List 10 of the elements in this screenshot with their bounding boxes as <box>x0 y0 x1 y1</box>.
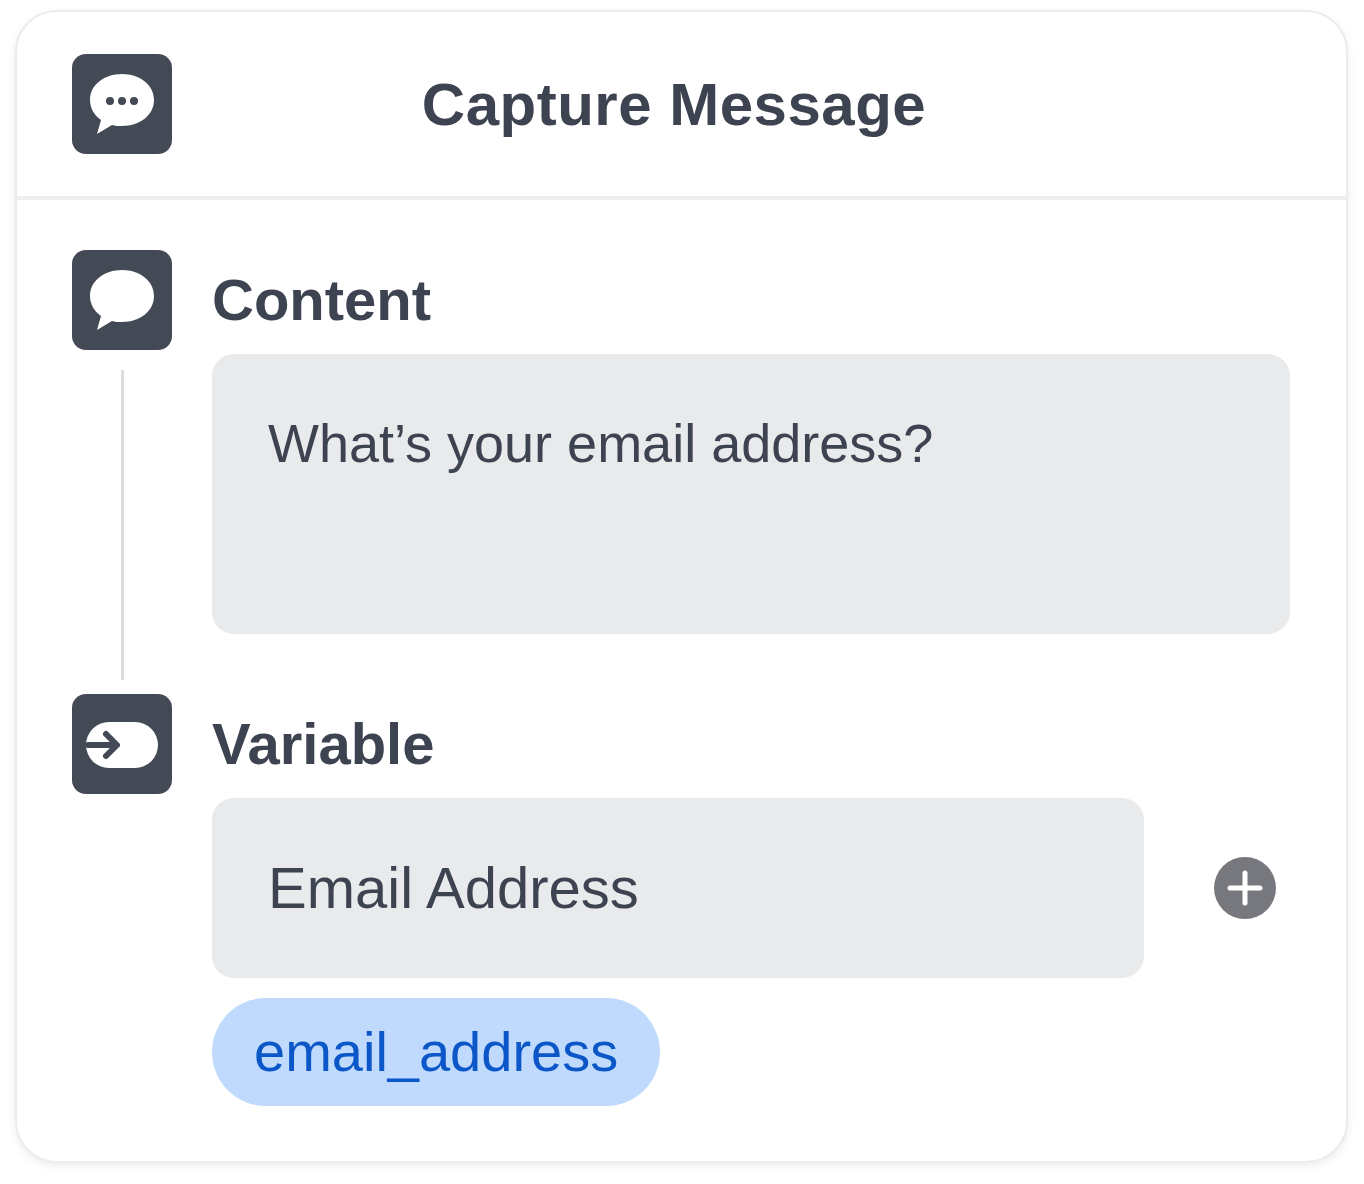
chat-bubble-icon <box>72 54 172 154</box>
variable-tag: email_address <box>212 998 661 1106</box>
section-label: Variable <box>212 710 436 778</box>
add-icon[interactable] <box>1214 857 1276 919</box>
arrow-in-icon <box>72 694 172 794</box>
variable-field[interactable]: Email Address <box>212 798 1144 978</box>
message-field[interactable]: What’s your email address? <box>212 354 1290 634</box>
section-label: Content <box>212 266 433 334</box>
card-title: Capture Message <box>420 69 928 139</box>
speech-bubble-icon <box>72 250 172 350</box>
